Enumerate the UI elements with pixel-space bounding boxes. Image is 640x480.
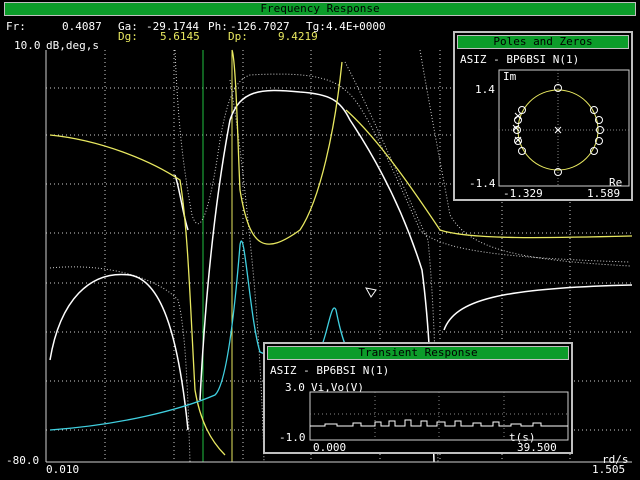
dg-value: 5.6145 [160, 30, 200, 43]
dp-label: Dp: [228, 30, 248, 43]
y-units-label: dB,deg,s [46, 39, 99, 52]
y-min-label: -80.0 [6, 454, 40, 467]
poles-zeros-window[interactable]: Poles and Zeros ASIZ - BP6BSI N(1) 1.4 I… [453, 31, 633, 201]
frequency-response-title[interactable]: Frequency Response [4, 2, 636, 16]
ph-label: Ph: [208, 20, 228, 33]
pz-re-max: 1.589 [587, 187, 621, 200]
pz-filter-name: ASIZ - BP6BSI N(1) [460, 53, 580, 66]
tr-y-max: 3.0 [285, 381, 305, 394]
tg-value: 4.4E+0000 [326, 20, 386, 33]
pz-im-label: Im [503, 70, 517, 83]
tr-y-label: Vi,Vo(V) [311, 381, 364, 394]
dg-label: Dg: [118, 30, 138, 43]
pz-im-max: 1.4 [475, 83, 495, 96]
x-units-label: rd/s [602, 453, 629, 466]
fr-value: 0.4087 [62, 20, 102, 33]
tr-y-min: -1.0 [279, 431, 306, 444]
tr-t-max: 39.500 [517, 441, 557, 454]
transient-response-window[interactable]: Transient Response ASIZ - BP6BSI N(1) 3.… [263, 342, 573, 454]
tr-t-min: 0.000 [313, 441, 347, 454]
fr-label: Fr: [6, 20, 26, 33]
dp-value: 9.4219 [278, 30, 318, 43]
poles-zeros-title[interactable]: Poles and Zeros [457, 35, 629, 49]
x-min-label: 0.010 [46, 463, 80, 476]
pz-re-min: -1.329 [503, 187, 543, 200]
tr-filter-name: ASIZ - BP6BSI N(1) [270, 364, 390, 377]
y-max-label: 10.0 [14, 39, 41, 52]
pz-im-min: -1.4 [469, 177, 496, 190]
transient-response-title[interactable]: Transient Response [267, 346, 569, 360]
